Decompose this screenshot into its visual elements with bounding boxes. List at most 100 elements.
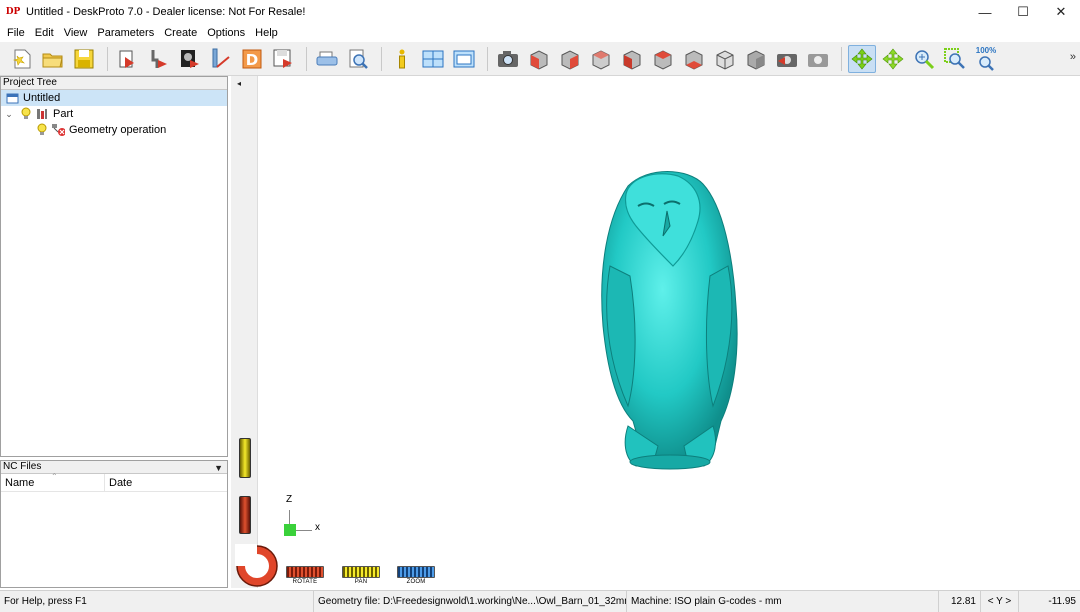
view-top-button[interactable] (649, 45, 677, 73)
open-folder-icon (42, 53, 63, 67)
view-iso-button[interactable] (711, 45, 739, 73)
print-preview-icon (349, 49, 368, 69)
rotate-mode-button[interactable] (848, 44, 876, 73)
load-bitmap-button[interactable] (176, 45, 204, 73)
owl-model (601, 171, 738, 470)
cube-top-icon (654, 49, 672, 70)
view-left-button[interactable] (618, 45, 646, 73)
new-file-button[interactable] (8, 45, 36, 73)
zoom-100-icon (979, 55, 994, 71)
print-button[interactable] (313, 45, 341, 73)
wizard-d-icon: D (242, 49, 262, 69)
tree-item-geometry-operation[interactable]: Geometry operation (1, 122, 227, 138)
load-vector-button[interactable] (145, 45, 173, 73)
pan-arrows-icon (882, 48, 904, 69)
menu-create[interactable]: Create (159, 27, 202, 39)
print-preview-button[interactable] (344, 45, 372, 73)
view-front-button[interactable] (525, 45, 553, 73)
minimize-button[interactable]: — (966, 0, 1004, 24)
viewport-controls: ROTATE PAN ZOOM (231, 544, 1080, 590)
info-icon (399, 49, 405, 68)
pan-label: PAN (354, 579, 368, 585)
pan-mode-button[interactable] (879, 45, 907, 73)
rotate-wheel[interactable] (286, 566, 324, 578)
status-help: For Help, press F1 (0, 591, 314, 612)
vertical-pan-wheel[interactable] (239, 438, 251, 478)
save-file-button[interactable] (70, 45, 98, 73)
print-icon (316, 51, 338, 65)
view-bottom-button[interactable] (680, 45, 708, 73)
status-coord-2: -11.95 (1048, 596, 1076, 607)
tree-item-label: Untitled (23, 92, 61, 104)
menu-file[interactable]: File (2, 27, 30, 39)
menu-bar: File Edit View Parameters Create Options… (0, 24, 1080, 42)
view-right-button[interactable] (556, 45, 584, 73)
cube-left-icon (623, 49, 641, 70)
lightbulb-icon[interactable] (19, 107, 33, 121)
title-bar: DP Untitled - DeskProto 7.0 - Dealer lic… (0, 0, 1080, 24)
load-geometry-icon (119, 50, 134, 68)
expand-chevron-icon[interactable]: ⌄ (3, 109, 15, 120)
cube-front-icon (530, 49, 548, 70)
save-nc-button[interactable] (269, 45, 297, 73)
zoom-mode-button[interactable] (910, 45, 938, 73)
menu-help[interactable]: Help (250, 27, 283, 39)
bitmap-icon (181, 49, 199, 68)
maximize-button[interactable]: ☐ (1004, 0, 1042, 24)
cube-back-icon (592, 49, 610, 70)
column-header-date[interactable]: Date (105, 477, 132, 489)
zoom-wheel[interactable] (397, 566, 435, 578)
nc-files-column-headers: ⌃ Name Date (1, 472, 227, 492)
nc-files-panel: NC Files ▼ ⌃ Name Date (0, 460, 228, 588)
cutter-tool-icon (212, 48, 230, 68)
view-shaded-button[interactable] (742, 45, 770, 73)
project-tree-panel: Project Tree Untitled ⌄ Part Geometry op… (0, 76, 228, 457)
main-toolbar: D 100% » (0, 42, 1080, 76)
status-machine: Machine: ISO plain G-codes - mm (627, 591, 939, 612)
nc-files-header: NC Files ▼ (1, 461, 227, 474)
deskproto-wizard-button[interactable]: D (238, 45, 266, 73)
tool-button[interactable] (207, 45, 235, 73)
part-icon (35, 107, 49, 121)
zoom-window-button[interactable] (941, 45, 969, 73)
vertical-rotate-wheel[interactable] (239, 496, 251, 534)
open-file-button[interactable] (39, 45, 67, 73)
pan-wheel[interactable] (342, 566, 380, 578)
cube-iso-icon (716, 49, 734, 70)
load-geometry-button[interactable] (114, 45, 142, 73)
toolbar-overflow-button[interactable]: » (1070, 51, 1076, 63)
menu-parameters[interactable]: Parameters (92, 27, 159, 39)
pan-control[interactable]: PAN (341, 566, 381, 585)
zoom-control[interactable]: ZOOM (396, 566, 436, 585)
split-view-button[interactable] (419, 45, 447, 73)
camera-icon (498, 50, 518, 67)
status-axis: < Y > (981, 591, 1019, 612)
sort-caret-icon: ⌃ (51, 472, 58, 481)
rotate-control[interactable]: ROTATE (285, 566, 325, 585)
axis-label-z: Z (286, 494, 293, 505)
single-view-button[interactable] (450, 45, 478, 73)
menu-view[interactable]: View (59, 27, 93, 39)
menu-options[interactable]: Options (202, 27, 250, 39)
3d-viewport[interactable]: Z x (258, 76, 1080, 588)
tree-item-part[interactable]: ⌄ Part (1, 106, 227, 122)
tree-item-untitled[interactable]: Untitled (1, 90, 227, 106)
collapse-panel-icon[interactable]: ◂ (237, 79, 241, 88)
status-bar: For Help, press F1 Geometry file: D:\Fre… (0, 590, 1080, 612)
zoom-window-icon (944, 47, 965, 69)
nc-files-dropdown-icon[interactable]: ▼ (214, 462, 223, 474)
window-title: Untitled - DeskProto 7.0 - Dealer licens… (26, 6, 306, 18)
view-back-button[interactable] (587, 45, 615, 73)
toolbar-separator (487, 46, 488, 71)
toolbar-separator (107, 46, 108, 71)
lightbulb-icon[interactable] (35, 123, 49, 137)
previous-view-button[interactable] (773, 45, 801, 73)
rotate-dial-icon[interactable] (235, 544, 279, 588)
cube-right-icon (561, 49, 579, 70)
info-button[interactable] (388, 45, 416, 73)
next-view-button[interactable] (804, 45, 832, 73)
close-button[interactable]: ✕ (1042, 0, 1080, 24)
menu-edit[interactable]: Edit (30, 27, 59, 39)
zoom-100-button[interactable]: 100% (972, 45, 1000, 73)
camera-view-button[interactable] (494, 45, 522, 73)
